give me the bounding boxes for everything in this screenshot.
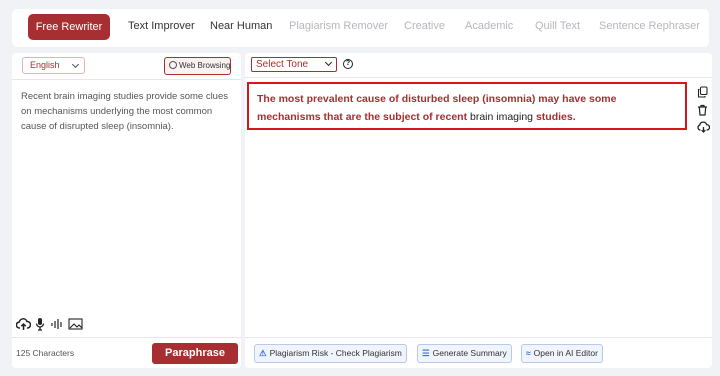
cloud-download-icon[interactable] bbox=[697, 120, 711, 138]
divider bbox=[245, 77, 712, 78]
source-text-input[interactable]: Recent brain imaging studies provide som… bbox=[21, 89, 239, 134]
generate-summary-button[interactable]: ☰ Generate Summary bbox=[417, 344, 512, 363]
audio-wave-icon[interactable] bbox=[51, 317, 64, 336]
input-panel: English Web Browsing Recent brain imagin… bbox=[12, 53, 241, 368]
check-plagiarism-label: Plagiarism Risk - Check Plagiarism bbox=[269, 348, 402, 358]
input-footer: 125 Characters Paraphrase bbox=[12, 337, 241, 368]
tab-sentence-rephraser[interactable]: Sentence Rephraser bbox=[599, 20, 700, 32]
tab-free-rewriter[interactable]: Free Rewriter bbox=[28, 14, 110, 40]
tab-plagiarism-remover[interactable]: Plagiarism Remover bbox=[289, 20, 388, 32]
ai-editor-icon: ≈ bbox=[526, 348, 531, 358]
tab-text-improver[interactable]: Text Improver bbox=[128, 20, 195, 32]
web-browsing-label: Web Browsing bbox=[179, 61, 231, 70]
trash-icon[interactable] bbox=[697, 103, 708, 121]
open-ai-editor-button[interactable]: ≈ Open in AI Editor bbox=[521, 344, 603, 363]
web-browsing-button[interactable]: Web Browsing bbox=[164, 57, 231, 75]
output-text[interactable]: The most prevalent cause of disturbed sl… bbox=[257, 90, 681, 126]
image-icon[interactable] bbox=[68, 317, 83, 336]
language-value: English bbox=[30, 60, 60, 70]
generate-summary-label: Generate Summary bbox=[432, 348, 507, 358]
tone-select[interactable]: Select Tone bbox=[251, 57, 337, 72]
character-count: 125 Characters bbox=[16, 348, 75, 358]
summary-icon: ☰ bbox=[422, 348, 430, 358]
tab-near-human[interactable]: Near Human bbox=[210, 20, 272, 32]
warning-icon: ⚠ bbox=[259, 348, 267, 358]
language-select[interactable]: English bbox=[22, 57, 85, 74]
tone-value: Select Tone bbox=[256, 59, 309, 70]
output-segment-unchanged: brain imaging bbox=[469, 111, 536, 123]
chevron-down-icon bbox=[324, 58, 333, 67]
input-tools bbox=[15, 317, 96, 336]
output-panel: Select Tone ? The most prevalent cause o… bbox=[245, 53, 712, 368]
output-segment-changed: studies. bbox=[535, 111, 576, 123]
tab-creative[interactable]: Creative bbox=[404, 20, 445, 32]
output-footer: ⚠ Plagiarism Risk - Check Plagiarism ☰ Gen… bbox=[245, 337, 712, 368]
output-highlight-box: The most prevalent cause of disturbed sl… bbox=[247, 82, 687, 130]
help-icon[interactable]: ? bbox=[343, 59, 353, 69]
globe-icon bbox=[169, 61, 177, 69]
divider bbox=[12, 79, 241, 80]
open-ai-editor-label: Open in AI Editor bbox=[533, 348, 598, 358]
paraphrase-button[interactable]: Paraphrase bbox=[152, 343, 238, 364]
tab-academic[interactable]: Academic bbox=[465, 20, 513, 32]
chevron-down-icon bbox=[71, 60, 80, 69]
tab-quill-text[interactable]: Quill Text bbox=[535, 20, 580, 32]
copy-icon[interactable] bbox=[697, 85, 708, 103]
cloud-upload-icon[interactable] bbox=[15, 317, 32, 336]
microphone-icon[interactable] bbox=[35, 317, 45, 336]
mode-tab-bar: Free Rewriter Text Improver Near Human P… bbox=[12, 9, 709, 47]
check-plagiarism-button[interactable]: ⚠ Plagiarism Risk - Check Plagiarism bbox=[254, 344, 407, 363]
